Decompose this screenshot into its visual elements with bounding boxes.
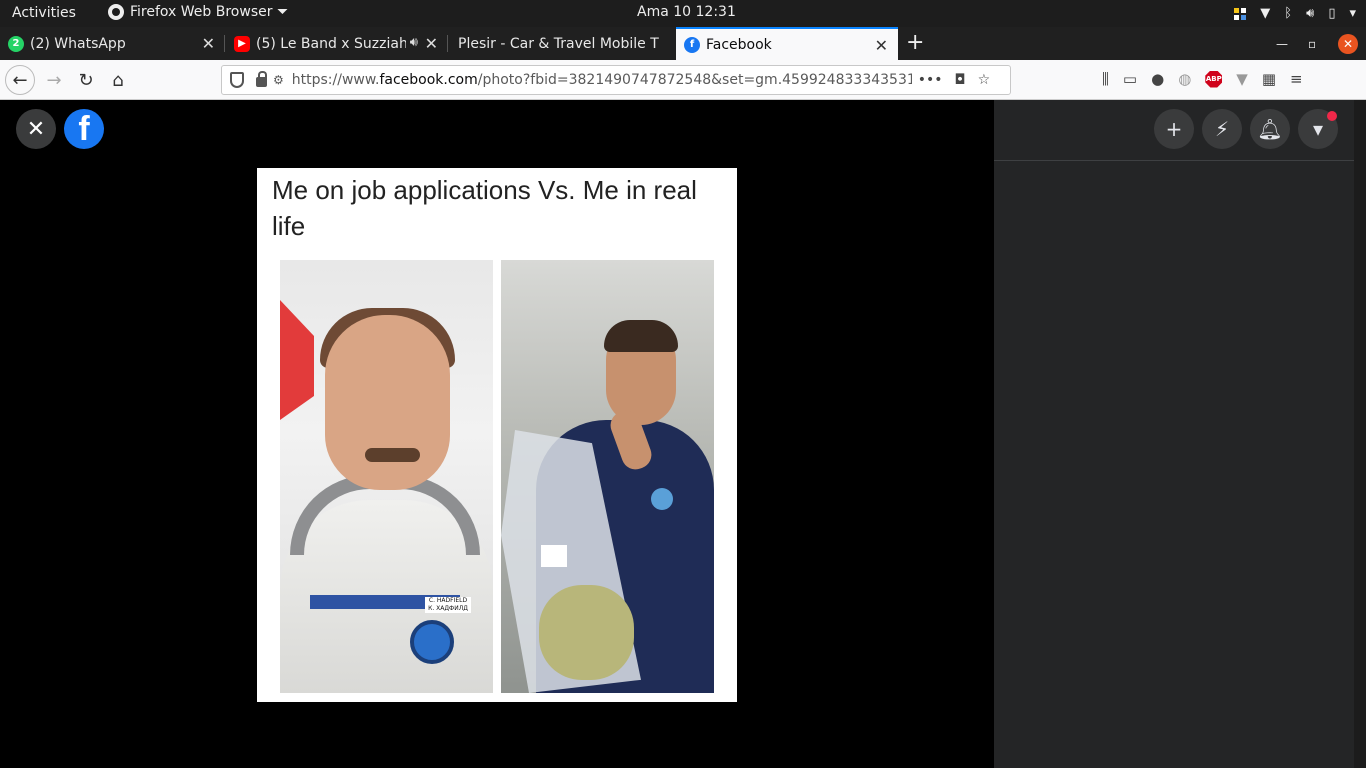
- tab-whatsapp[interactable]: 2 (2) WhatsApp ✕: [0, 27, 225, 60]
- face-shape: [325, 315, 450, 490]
- meme-image: Me on job applications Vs. Me in real li…: [257, 168, 737, 702]
- flag-shape: [280, 300, 314, 420]
- bluetooth-icon[interactable]: ᛒ: [1284, 6, 1292, 21]
- menu-icon[interactable]: ≡: [1290, 70, 1303, 88]
- extensions-icon[interactable]: ▦: [1262, 70, 1276, 88]
- app-menu-label: Firefox Web Browser ⏷: [130, 4, 289, 20]
- close-viewer-button[interactable]: ✕: [16, 109, 56, 149]
- meme-caption: Me on job applications Vs. Me in real li…: [272, 175, 697, 241]
- tab-title: (2) WhatsApp: [30, 35, 126, 52]
- system-tray[interactable]: ▼ ᛒ 🔊︎ ▯ ▾: [1234, 0, 1366, 27]
- url-domain: facebook.com: [379, 72, 478, 88]
- notifications-icon[interactable]: 🔔︎: [1250, 109, 1290, 149]
- bookmark-star-icon[interactable]: ☆: [978, 72, 991, 88]
- window-close-icon[interactable]: ✕: [1338, 34, 1358, 54]
- bag-label-shape: [541, 545, 567, 567]
- space-station-photo: [501, 260, 714, 693]
- toolbar-extensions: ⫼ ▭ ● ◍ ABP ▼ ▦ ≡: [1102, 70, 1303, 88]
- page-actions-icon[interactable]: •••: [918, 72, 943, 88]
- scrollbar[interactable]: [1354, 100, 1366, 768]
- astronaut-portrait: C. HADFIELD К. ХАДФИЛД: [280, 260, 493, 693]
- clock[interactable]: Ama 10 12:31: [637, 4, 736, 20]
- close-tab-icon[interactable]: ✕: [875, 36, 888, 55]
- app-menu[interactable]: Firefox Web Browser ⏷: [108, 4, 288, 20]
- minimize-icon[interactable]: —: [1276, 27, 1288, 60]
- tab-title: Facebook: [706, 36, 772, 53]
- url-bar[interactable]: ⚙ https://www.facebook.com/photo?fbid=38…: [221, 65, 1011, 95]
- wifi-icon[interactable]: ▼: [1260, 6, 1270, 21]
- navigation-toolbar: ← → ↻ ⌂ ⚙ https://www.facebook.com/photo…: [0, 60, 1366, 100]
- adblock-plus-icon[interactable]: ABP: [1205, 70, 1223, 88]
- lock-icon[interactable]: [256, 71, 267, 87]
- tab-title: (5) Le Band x Suzziah -: [256, 35, 406, 52]
- facebook-logo-icon[interactable]: f: [64, 109, 104, 149]
- tab-separator: [224, 35, 225, 52]
- sidebar-icon[interactable]: ▭: [1123, 70, 1137, 88]
- battery-icon[interactable]: ▯: [1328, 6, 1335, 21]
- url-text[interactable]: https://www.facebook.com/photo?fbid=3821…: [292, 72, 912, 88]
- new-tab-icon[interactable]: +: [906, 30, 924, 55]
- firefox-icon: [108, 4, 124, 20]
- home-icon[interactable]: ⌂: [104, 66, 132, 94]
- globe-icon[interactable]: ◍: [1178, 70, 1191, 88]
- bag-contents-shape: [539, 585, 634, 680]
- photo-sidebar: + ⚡ 🔔︎ ▾: [994, 100, 1354, 768]
- library-icon[interactable]: ⫼: [1102, 70, 1109, 88]
- tab-title: Plesir - Car & Travel Mobile T: [458, 35, 659, 52]
- messenger-icon[interactable]: ⚡: [1202, 109, 1242, 149]
- url-path: /photo?fbid=3821490747872548&set=gm.4599…: [477, 72, 912, 88]
- facebook-icon: f: [684, 36, 700, 53]
- reload-icon[interactable]: ↻: [72, 66, 100, 94]
- forward-icon[interactable]: →: [40, 66, 68, 94]
- activities-button[interactable]: Activities: [12, 5, 76, 21]
- whatsapp-icon: 2: [8, 35, 24, 52]
- suit-valve-shape: [410, 620, 454, 664]
- system-top-bar: Activities Firefox Web Browser ⏷ Ama 10 …: [0, 0, 1366, 27]
- extension-v-icon[interactable]: ▼: [1236, 70, 1248, 88]
- close-tab-icon[interactable]: ✕: [425, 34, 438, 53]
- create-icon[interactable]: +: [1154, 109, 1194, 149]
- maximize-icon[interactable]: ▫: [1308, 27, 1316, 60]
- mission-patch-shape: [651, 488, 673, 510]
- account-icon[interactable]: ●: [1151, 70, 1164, 88]
- back-icon[interactable]: ←: [5, 65, 35, 95]
- tab-plesir[interactable]: Plesir - Car & Travel Mobile T: [450, 27, 674, 60]
- permissions-icon[interactable]: ⚙: [273, 73, 284, 87]
- mustache-shape: [365, 448, 420, 462]
- tab-facebook[interactable]: f Facebook ✕: [676, 27, 898, 60]
- tab-strip: 2 (2) WhatsApp ✕ ▶ (5) Le Band x Suzziah…: [0, 27, 1366, 60]
- tab-youtube[interactable]: ▶ (5) Le Band x Suzziah - 🔊︎ ✕: [226, 27, 448, 60]
- hair-shape: [604, 320, 678, 352]
- pocket-icon[interactable]: ◘: [955, 72, 966, 88]
- sidebar-header: + ⚡ 🔔︎ ▾: [994, 100, 1354, 161]
- speaker-icon[interactable]: 🔊︎: [410, 35, 418, 50]
- name-tag: C. HADFIELD К. ХАДФИЛД: [425, 597, 471, 613]
- notification-dot: [1327, 111, 1337, 121]
- power-menu-icon[interactable]: ▾: [1349, 6, 1356, 21]
- apps-indicator-icon[interactable]: [1234, 7, 1247, 20]
- tracking-protection-icon[interactable]: [230, 72, 244, 88]
- close-tab-icon[interactable]: ✕: [202, 34, 215, 53]
- tab-separator: [447, 35, 448, 52]
- photo-viewer: ✕ f Me on job applications Vs. Me in rea…: [0, 100, 994, 768]
- youtube-icon: ▶: [234, 35, 250, 52]
- volume-icon[interactable]: 🔊︎: [1306, 6, 1314, 21]
- url-prefix: https://www.: [291, 72, 380, 88]
